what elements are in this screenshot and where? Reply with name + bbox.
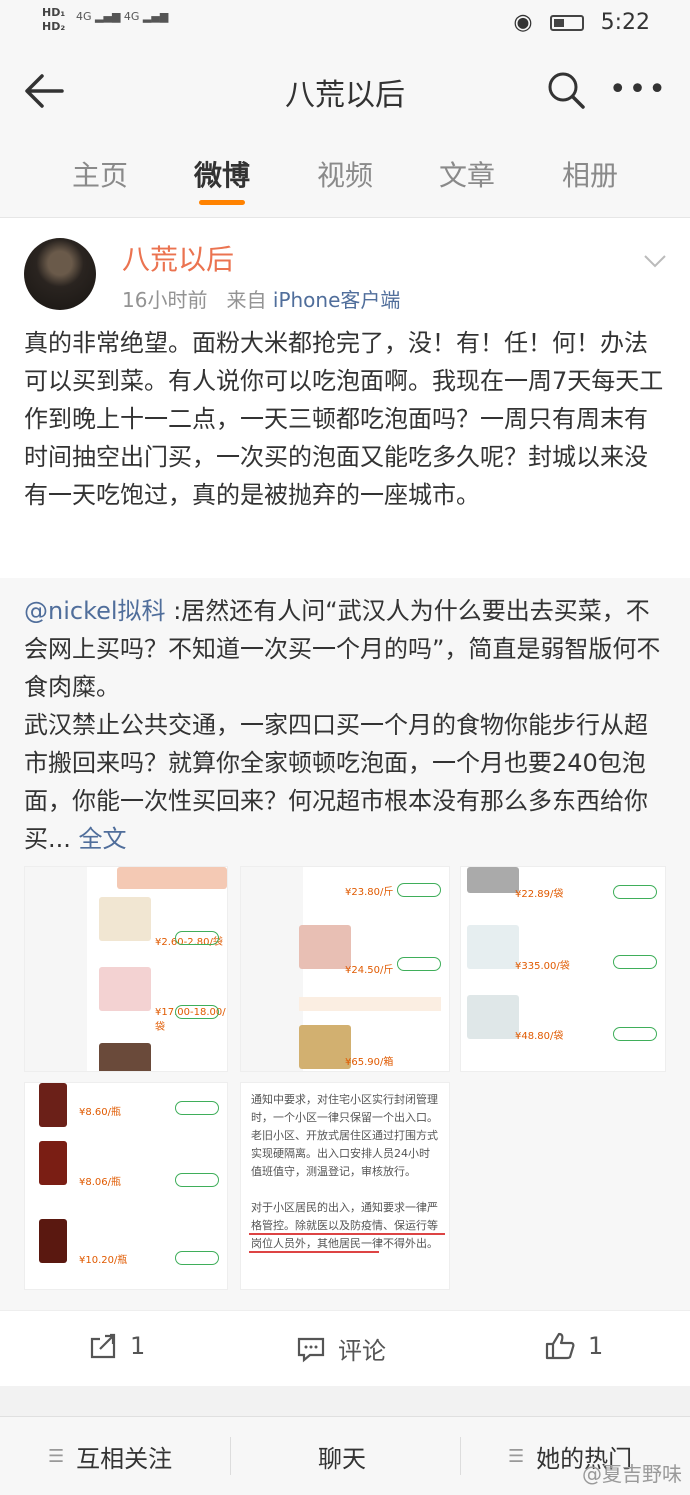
tab-home[interactable]: 主页 xyxy=(40,154,160,194)
menu-icon: ☰ xyxy=(508,1446,525,1467)
image-thumbnail-1[interactable]: ¥2.60-2.80/袋 ¥17.00-18.00/袋 xyxy=(24,866,228,1072)
active-tab-indicator xyxy=(199,200,245,205)
mutual-follow-label: 互相关注 xyxy=(76,1445,173,1473)
repost-count: 1 xyxy=(130,1332,146,1360)
avatar[interactable] xyxy=(24,238,96,310)
profile-tabs: 主页 微博 视频 文章 相册 xyxy=(0,132,690,218)
network-label: 4G xyxy=(76,10,92,23)
like-button[interactable]: 1 xyxy=(544,1331,603,1361)
chat-button[interactable]: 聊天 xyxy=(318,1439,366,1474)
post-username[interactable]: 八荒以后 xyxy=(122,238,234,278)
post-actions: 1 评论 1 xyxy=(0,1310,690,1386)
image-thumbnail-4[interactable]: ¥8.60/瓶 ¥8.06/瓶 ¥10.20/瓶 xyxy=(24,1082,228,1290)
watermark: @夏吉野味 xyxy=(582,1462,682,1486)
repost-mention[interactable]: @nickel拟科 xyxy=(24,597,166,625)
like-count: 1 xyxy=(588,1332,604,1360)
section-gap xyxy=(0,1386,690,1416)
repost-button[interactable]: 1 xyxy=(88,1331,145,1361)
weibo-post: 八荒以后 16小时前 来自 iPhone客户端 真的非常绝望。面粉大米都抢完了，… xyxy=(0,218,690,578)
image-thumbnail-3[interactable]: ¥22.89/袋 ¥335.00/袋 ¥48.80/袋 xyxy=(460,866,666,1072)
divider xyxy=(230,1437,231,1475)
tab-weibo[interactable]: 微博 xyxy=(162,154,282,194)
post-source[interactable]: iPhone客户端 xyxy=(273,288,401,312)
clock: 5:22 xyxy=(600,10,650,35)
tab-album[interactable]: 相册 xyxy=(530,154,650,194)
retweeted-post[interactable]: @nickel拟科 :居然还有人问“武汉人为什么要出去买菜，不会网上买吗？不知道… xyxy=(0,578,690,1310)
comment-label: 评论 xyxy=(338,1337,386,1365)
sim-indicator: HD₁ HD₂ xyxy=(42,6,66,33)
more-options-icon[interactable]: ••• xyxy=(609,72,668,107)
repost-body: @nickel拟科 :居然还有人问“武汉人为什么要出去买菜，不会网上买吗？不知道… xyxy=(24,592,666,858)
repost-text: :居然还有人问“武汉人为什么要出去买菜，不会网上买吗？不知道一次买一个月的吗”，… xyxy=(24,597,661,853)
menu-icon: ☰ xyxy=(48,1446,65,1467)
network-indicator: 4G ▂▄▆ 4G ▂▄▆ xyxy=(76,10,169,23)
eye-icon: ◉ xyxy=(513,10,533,35)
share-icon xyxy=(90,1333,116,1359)
search-icon[interactable] xyxy=(546,70,586,110)
image-thumbnail-5[interactable]: 通知中要求，对住宅小区实行封闭管理时，一个小区一律只保留一个出入口。老旧小区、开… xyxy=(240,1082,450,1290)
tab-articles[interactable]: 文章 xyxy=(407,154,527,194)
chevron-down-icon[interactable] xyxy=(642,248,668,274)
status-right: ◉ 5:22 xyxy=(503,10,650,35)
comment-icon xyxy=(297,1337,325,1362)
network-label-2: 4G xyxy=(123,10,140,23)
tab-video[interactable]: 视频 xyxy=(285,154,405,194)
mutual-follow-button[interactable]: ☰ 互相关注 xyxy=(48,1439,172,1474)
battery-icon xyxy=(549,15,584,31)
image-thumbnail-2[interactable]: ¥23.80/斤 ¥24.50/斤 ¥65.90/箱 xyxy=(240,866,450,1072)
divider xyxy=(460,1437,461,1475)
post-meta: 16小时前 来自 iPhone客户端 xyxy=(122,284,400,313)
post-time: 16小时前 xyxy=(122,288,208,312)
chat-label: 聊天 xyxy=(318,1445,366,1473)
page-title: 八荒以后 xyxy=(285,78,405,113)
bottom-action-bar: ☰ 互相关注 聊天 ☰ 她的热门 @夏吉野味 xyxy=(0,1416,690,1495)
top-nav-bar: 八荒以后 ••• xyxy=(0,50,690,132)
comment-button[interactable]: 评论 xyxy=(296,1331,386,1366)
post-body: 真的非常绝望。面粉大米都抢完了，没！有！任！何！办法可以买到菜。有人说你可以吃泡… xyxy=(24,329,664,509)
status-bar: HD₁ HD₂ 4G ▂▄▆ 4G ▂▄▆ ◉ 5:22 xyxy=(0,0,690,50)
full-text-link[interactable]: 全文 xyxy=(79,825,127,853)
thumbs-up-icon xyxy=(545,1332,575,1360)
post-from: 来自 xyxy=(226,288,267,312)
